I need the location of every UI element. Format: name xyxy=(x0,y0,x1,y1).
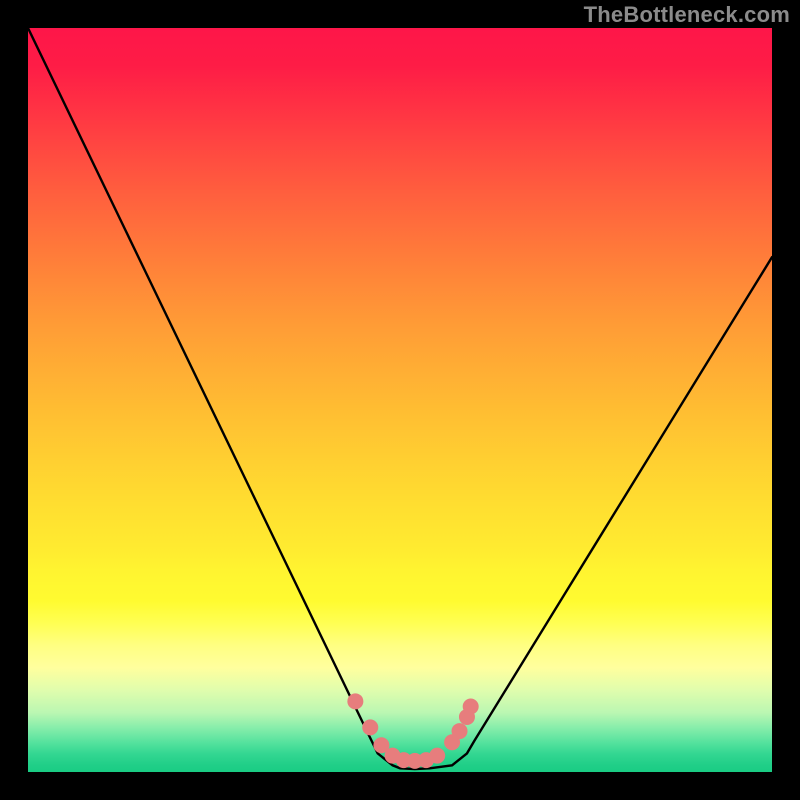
bottom-marker xyxy=(452,723,468,739)
chart-svg xyxy=(28,28,772,772)
chart-frame: TheBottleneck.com xyxy=(0,0,800,800)
bottom-marker xyxy=(347,693,363,709)
watermark-text: TheBottleneck.com xyxy=(584,2,790,28)
plot-area xyxy=(28,28,772,772)
bottom-marker xyxy=(463,699,479,715)
bottom-marker xyxy=(429,748,445,764)
bottom-marker-group xyxy=(347,693,478,769)
bottom-marker xyxy=(362,719,378,735)
bottleneck-curve xyxy=(28,28,772,769)
